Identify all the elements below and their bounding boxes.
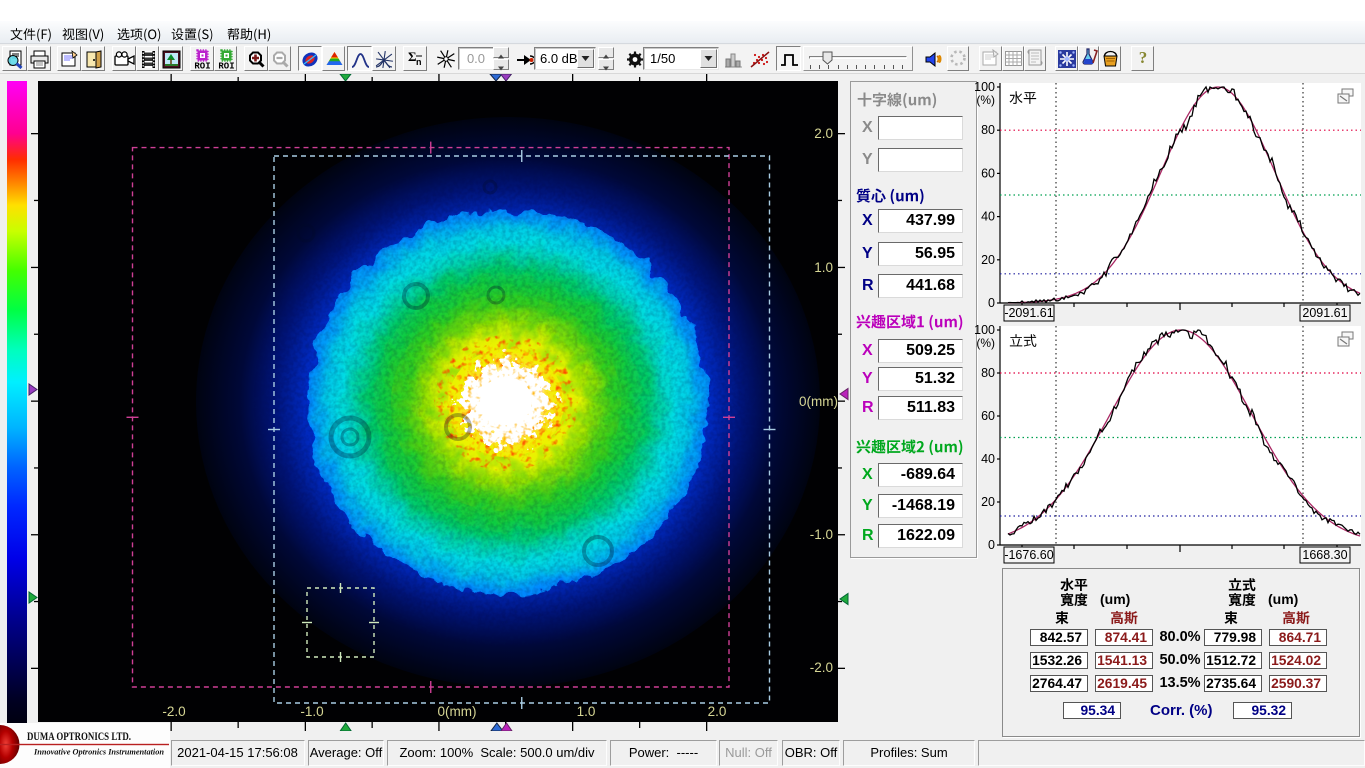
svg-text:40: 40: [981, 210, 995, 224]
svg-text:ROI: ROI: [218, 62, 234, 70]
svg-text:(%): (%): [976, 336, 995, 350]
svg-text:2091.61: 2091.61: [1302, 306, 1347, 320]
svg-text:n: n: [416, 57, 422, 67]
svg-text:60: 60: [981, 166, 995, 180]
svg-text:0(mm): 0(mm): [799, 394, 838, 409]
svg-text:(%): (%): [976, 93, 995, 107]
svg-text:1.0: 1.0: [577, 704, 596, 719]
svg-text:40: 40: [981, 452, 995, 466]
svg-text:-1.0: -1.0: [300, 704, 323, 719]
svg-text:2.0: 2.0: [814, 126, 833, 141]
svg-text:1668.30: 1668.30: [1302, 548, 1347, 562]
svg-text:20: 20: [981, 495, 995, 509]
svg-text:0: 0: [988, 538, 995, 552]
svg-text:20: 20: [981, 253, 995, 267]
svg-text:0(mm): 0(mm): [438, 704, 477, 719]
svg-text:-1.0: -1.0: [810, 527, 833, 542]
svg-text:1.0: 1.0: [814, 260, 833, 275]
svg-text:-2.0: -2.0: [810, 660, 833, 675]
svg-text:0: 0: [988, 296, 995, 310]
svg-text:?: ?: [1139, 48, 1148, 67]
svg-text:2.0: 2.0: [708, 704, 727, 719]
svg-text:-2.0: -2.0: [162, 704, 185, 719]
svg-text:ROI: ROI: [194, 62, 210, 70]
svg-text:80: 80: [981, 123, 995, 137]
svg-text:60: 60: [981, 409, 995, 423]
svg-text:100: 100: [974, 323, 995, 337]
svg-text:Innovative Optronics Instrumen: Innovative Optronics Instrumentation: [33, 748, 164, 757]
svg-text:80: 80: [981, 366, 995, 380]
svg-text:-1676.60: -1676.60: [1004, 548, 1053, 562]
svg-text:DUMA OPTRONICS LTD.: DUMA OPTRONICS LTD.: [27, 729, 131, 743]
svg-text:-2091.61: -2091.61: [1004, 306, 1053, 320]
